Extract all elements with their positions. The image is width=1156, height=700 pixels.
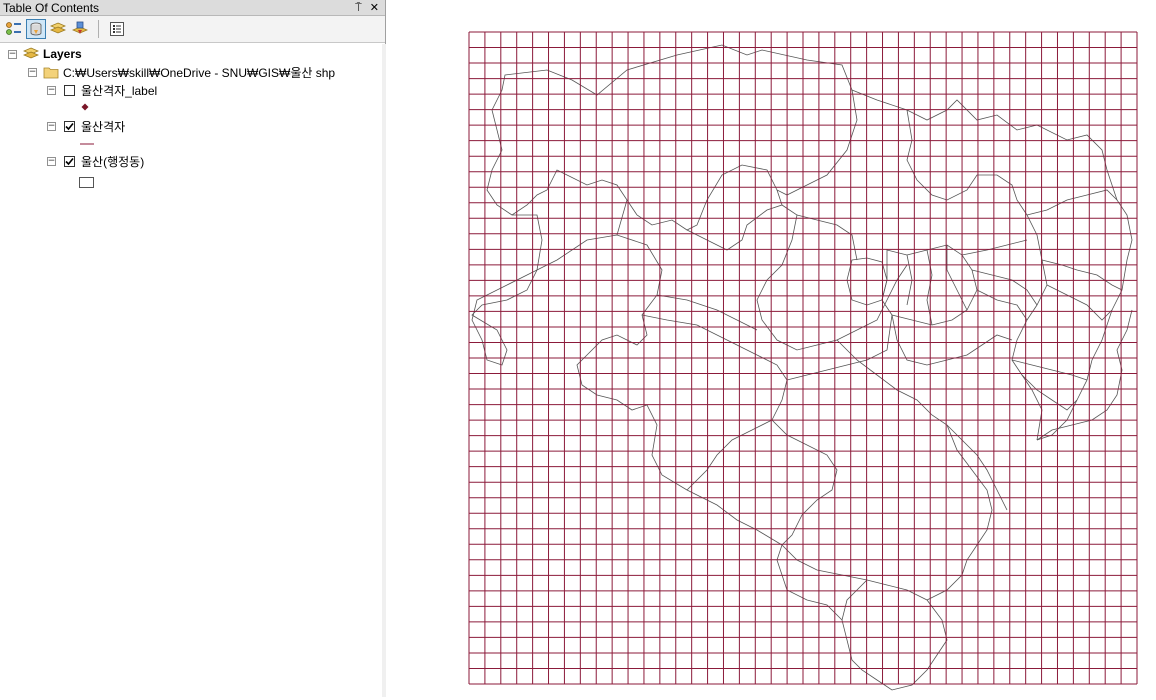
layers-stack-icon bbox=[23, 47, 39, 61]
table-of-contents-panel: Table Of Contents ⍑ ✕ − Layers − C:₩User… bbox=[0, 0, 386, 697]
layer-visibility-checkbox[interactable] bbox=[64, 155, 75, 167]
collapse-layer-icon[interactable]: − bbox=[47, 85, 56, 95]
point-marker-icon bbox=[80, 99, 90, 115]
polygon-symbol-icon bbox=[79, 174, 94, 190]
list-by-drawing-order-icon[interactable] bbox=[4, 19, 24, 39]
boundary-urban-2 bbox=[906, 239, 1028, 326]
line-symbol-icon bbox=[80, 136, 94, 152]
list-by-selection-icon[interactable] bbox=[70, 19, 90, 39]
map-view[interactable] bbox=[387, 0, 1156, 697]
collapse-folder-icon[interactable]: − bbox=[28, 67, 37, 77]
collapse-layer-icon[interactable]: − bbox=[47, 121, 56, 131]
pin-icon[interactable]: ⍑ bbox=[355, 1, 362, 15]
ulsan-grid-layer bbox=[468, 31, 1138, 685]
tree-item-layer-grid[interactable]: − 울산격자 bbox=[47, 118, 125, 134]
tree-item-layers-label: Layers bbox=[43, 47, 82, 61]
tree-item-layers[interactable]: − Layers bbox=[8, 46, 82, 62]
tree-item-folder[interactable]: − C:₩Users₩skill₩OneDrive - SNU₩GIS₩울산 s… bbox=[28, 64, 335, 80]
boundary-outline bbox=[486, 44, 858, 231]
list-by-visibility-icon[interactable] bbox=[48, 19, 68, 39]
boundary-inner-3 bbox=[686, 419, 773, 491]
ulsan-dong-boundaries bbox=[471, 44, 1133, 691]
boundary-north-center bbox=[686, 204, 908, 351]
tree-item-layer-label-text: 울산격자_label bbox=[81, 83, 158, 98]
layer-visibility-checkbox[interactable] bbox=[64, 120, 75, 132]
boundary-south bbox=[841, 579, 948, 691]
tree-item-layer-dong-text: 울산(행정동) bbox=[81, 154, 145, 169]
boundary-urban-3 bbox=[971, 269, 1038, 321]
toc-toolbar bbox=[0, 16, 385, 43]
list-by-source-icon[interactable] bbox=[26, 19, 46, 39]
tree-item-layer-grid-text: 울산격자 bbox=[81, 119, 126, 134]
toc-scrollbar[interactable] bbox=[382, 44, 386, 697]
toc-title: Table Of Contents bbox=[3, 0, 100, 15]
map-canvas[interactable] bbox=[387, 0, 1156, 697]
tree-item-folder-label: C:₩Users₩skill₩OneDrive - SNU₩GIS₩울산 shp bbox=[63, 65, 336, 80]
close-icon[interactable]: ✕ bbox=[370, 1, 379, 15]
tree-item-layer-dong[interactable]: − 울산(행정동) bbox=[47, 153, 144, 169]
boundary-southeast bbox=[836, 339, 1008, 511]
tree-item-layer-label[interactable]: − 울산격자_label bbox=[47, 82, 157, 98]
folder-icon bbox=[43, 66, 59, 79]
toc-title-bar: Table Of Contents ⍑ ✕ bbox=[0, 0, 385, 16]
collapse-layer-icon[interactable]: − bbox=[47, 156, 56, 166]
collapse-layers-icon[interactable]: − bbox=[8, 49, 17, 59]
layer-visibility-checkbox[interactable] bbox=[64, 84, 75, 96]
toolbar-separator bbox=[98, 20, 99, 38]
options-icon[interactable] bbox=[107, 19, 127, 39]
